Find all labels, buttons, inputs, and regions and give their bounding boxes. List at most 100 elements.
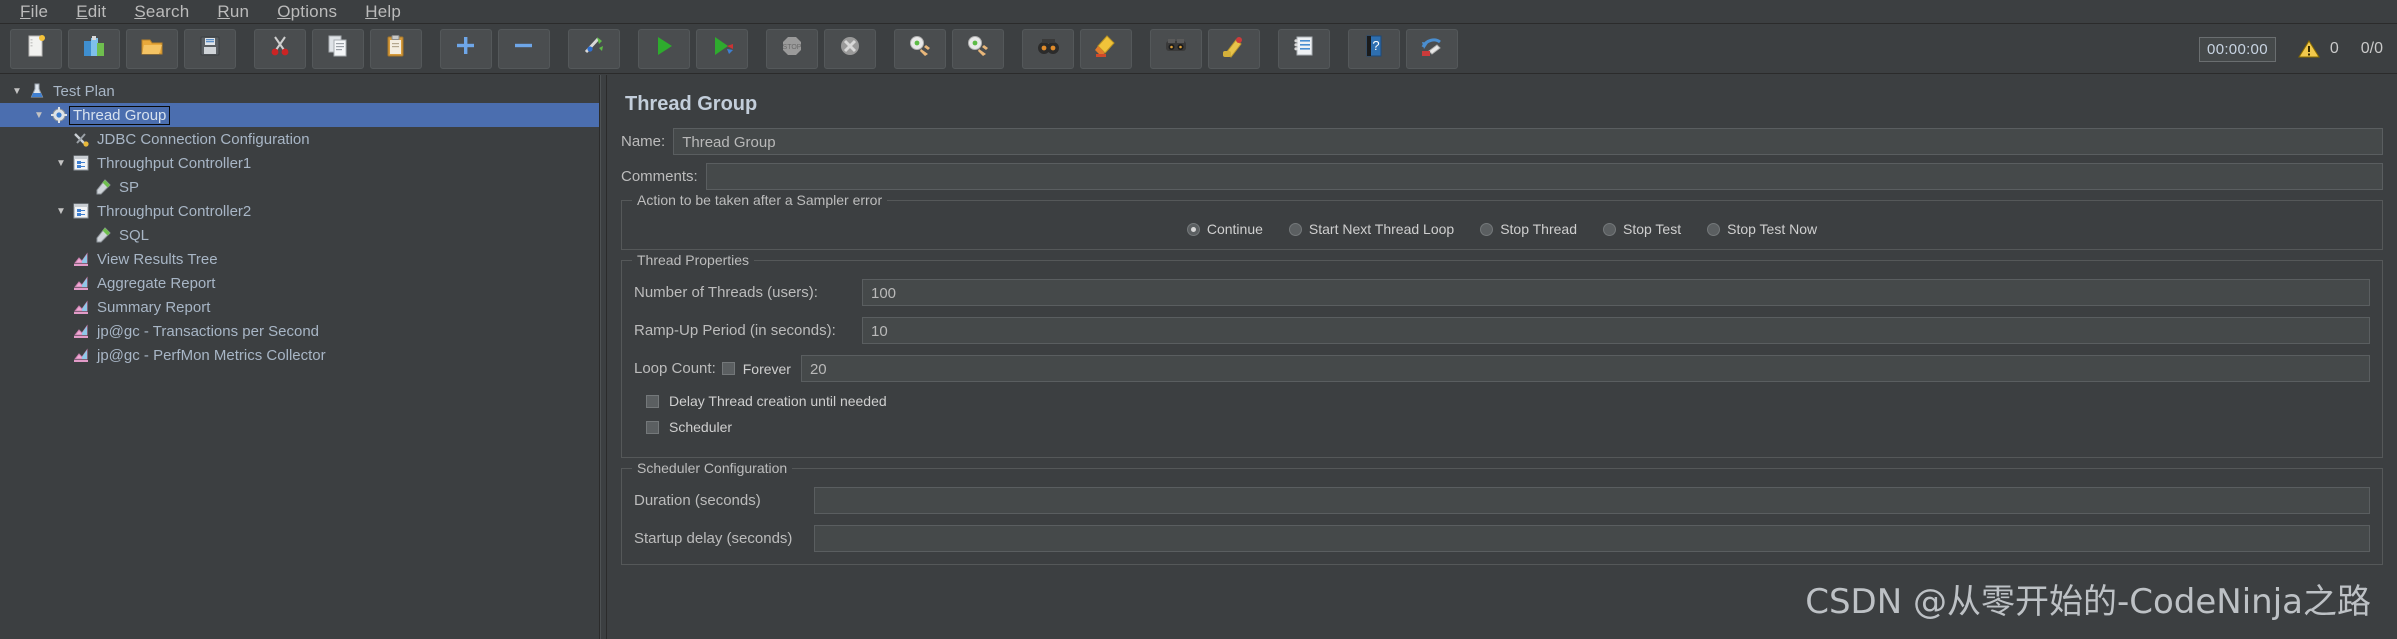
tree-item-throughput-controller1[interactable]: ▼ Throughput Controller1 <box>0 151 599 175</box>
collapse-all-button[interactable] <box>498 28 550 69</box>
error-action-option-stop-thread[interactable]: Stop Thread <box>1480 221 1577 237</box>
chevron-down-icon[interactable]: ▼ <box>30 110 48 121</box>
menu-item-options[interactable]: Options <box>263 0 351 24</box>
tree-item-test-plan[interactable]: ▼ Test Plan <box>0 79 599 103</box>
scheduler-row: ✔ Scheduler <box>646 419 2370 435</box>
name-input[interactable]: Thread Group <box>673 128 2383 155</box>
cut-button[interactable] <box>254 28 306 69</box>
chevron-down-icon[interactable]: ▼ <box>52 158 70 169</box>
reset-search-button[interactable] <box>1208 28 1260 69</box>
ramp-up-row: Ramp-Up Period (in seconds): 10 <box>634 317 2370 344</box>
error-action-option-start-next-thread-loop[interactable]: Start Next Thread Loop <box>1288 221 1455 237</box>
tree-item-jp-gc-perfmon-metrics-collector[interactable]: jp@gc - PerfMon Metrics Collector <box>0 343 599 367</box>
radio-button[interactable] <box>1707 222 1721 236</box>
start-icon <box>651 33 677 64</box>
templates-button[interactable] <box>68 28 120 69</box>
stop-button[interactable]: STOP <box>766 28 818 69</box>
error-action-option-stop-test-now[interactable]: Stop Test Now <box>1707 221 1817 237</box>
tree-item-label: Summary Report <box>97 298 211 316</box>
error-action-option-stop-test[interactable]: Stop Test <box>1602 221 1681 237</box>
sampler-icon <box>92 178 114 196</box>
menu-item-run[interactable]: Run <box>203 0 263 24</box>
thread-group-editor: Thread Group Name: Thread Group Comments… <box>607 75 2397 639</box>
templates-icon <box>81 33 107 64</box>
tree-item-aggregate-report[interactable]: Aggregate Report <box>0 271 599 295</box>
listener-icon <box>70 346 92 364</box>
new-button[interactable] <box>10 28 62 69</box>
number-of-threads-input[interactable]: 100 <box>862 279 2370 306</box>
paste-icon <box>383 33 409 64</box>
save-button[interactable] <box>184 28 236 69</box>
delay-thread-creation-checkbox[interactable]: ✔ <box>646 394 659 408</box>
tree-item-view-results-tree[interactable]: View Results Tree <box>0 247 599 271</box>
svg-text:STOP: STOP <box>783 44 802 51</box>
ramp-up-input[interactable]: 10 <box>862 317 2370 344</box>
active-threads-count: 0/0 <box>2360 40 2383 57</box>
undo-button[interactable] <box>1406 28 1458 69</box>
scheduler-checkbox[interactable]: ✔ <box>646 420 659 434</box>
clear-button[interactable] <box>1022 28 1074 69</box>
expand-all-button[interactable] <box>440 28 492 69</box>
shutdown-button[interactable] <box>824 28 876 69</box>
loop-count-input[interactable]: 20 <box>800 355 2370 382</box>
clear-all-button[interactable] <box>1080 28 1132 69</box>
tree-item-sql[interactable]: SQL <box>0 223 599 247</box>
tree-item-label: jp@gc - PerfMon Metrics Collector <box>97 346 326 364</box>
duration-input[interactable] <box>814 487 2370 514</box>
test-plan-tree[interactable]: ▼ Test Plan ▼ Thread Group JDBC Connection C… <box>0 75 600 639</box>
name-row: Name: Thread Group <box>621 128 2383 155</box>
copy-button[interactable] <box>312 28 364 69</box>
new-icon <box>23 33 49 64</box>
start-no-pauses-button[interactable] <box>696 28 748 69</box>
loop-forever-checkbox[interactable]: ✔ <box>721 362 735 375</box>
error-action-option-continue[interactable]: Continue <box>1186 221 1263 237</box>
function-helper-button[interactable] <box>1278 28 1330 69</box>
number-of-threads-row: Number of Threads (users): 100 <box>634 279 2370 306</box>
startup-delay-label: Startup delay (seconds) <box>634 530 793 547</box>
chevron-down-icon[interactable]: ▼ <box>52 206 70 217</box>
split-divider[interactable] <box>600 75 607 639</box>
radio-button[interactable] <box>1480 222 1494 236</box>
test-plan-icon <box>26 82 48 100</box>
menu-item-file[interactable]: File <box>6 0 62 24</box>
tree-item-sp[interactable]: SP <box>0 175 599 199</box>
tree-item-jdbc-connection-configuration[interactable]: JDBC Connection Configuration <box>0 127 599 151</box>
open-button[interactable] <box>126 28 178 69</box>
remote-start-all-button[interactable] <box>894 28 946 69</box>
help-button[interactable]: ? <box>1348 28 1400 69</box>
radio-button[interactable] <box>1602 222 1616 236</box>
comments-input[interactable] <box>705 163 2383 190</box>
toggle-button[interactable] <box>568 28 620 69</box>
radio-button[interactable] <box>1288 222 1302 236</box>
remote-stop-all-button[interactable] <box>952 28 1004 69</box>
menu-item-edit[interactable]: Edit <box>62 0 120 24</box>
menu-item-search[interactable]: Search <box>120 0 203 24</box>
menu-item-help[interactable]: Help <box>351 0 415 24</box>
save-icon <box>197 33 223 64</box>
warning-indicator[interactable]: 0 <box>2297 39 2339 59</box>
error-action-option-label: Start Next Thread Loop <box>1308 221 1455 237</box>
search-button[interactable] <box>1150 28 1202 69</box>
paste-button[interactable] <box>370 28 422 69</box>
radio-button[interactable] <box>1186 222 1200 236</box>
shutdown-icon <box>837 33 863 64</box>
listener-icon <box>70 322 92 340</box>
chevron-down-icon[interactable]: ▼ <box>8 86 26 97</box>
startup-delay-input[interactable] <box>814 525 2370 552</box>
expand-all-icon <box>453 33 479 64</box>
loop-forever-label: Forever <box>742 360 791 377</box>
tree-item-label: Test Plan <box>53 82 115 100</box>
start-button[interactable] <box>638 28 690 69</box>
elapsed-timer[interactable]: 00:00:00 <box>2199 36 2276 62</box>
start-no-pauses-icon <box>709 33 735 64</box>
undo-icon <box>1419 33 1445 64</box>
tree-item-throughput-controller2[interactable]: ▼ Throughput Controller2 <box>0 199 599 223</box>
tree-item-summary-report[interactable]: Summary Report <box>0 295 599 319</box>
remote-start-all-icon <box>907 33 933 64</box>
tree-item-thread-group[interactable]: ▼ Thread Group <box>0 103 599 127</box>
cut-icon <box>267 33 293 64</box>
menu-bar: File Edit Search Run Options Help <box>0 0 2397 24</box>
thread-group-icon <box>48 106 70 124</box>
tree-item-jp-gc-transactions-per-second[interactable]: jp@gc - Transactions per Second <box>0 319 599 343</box>
error-action-option-label: Continue <box>1206 221 1263 237</box>
